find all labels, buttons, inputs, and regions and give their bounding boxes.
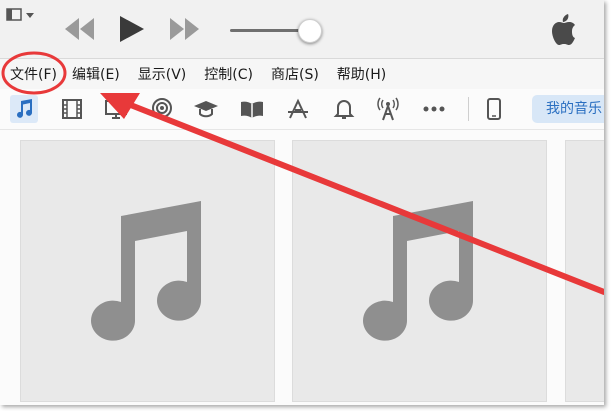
previous-icon[interactable]: [62, 14, 98, 44]
movies-icon[interactable]: [58, 95, 86, 123]
toolbar-divider: [468, 97, 469, 121]
sidebar-toggle-icon: [6, 8, 34, 21]
menu-help[interactable]: 帮助(H): [337, 64, 386, 84]
album-tile[interactable]: [20, 140, 275, 402]
itunes-window: 文件(F) 编辑(E) 显示(V) 控制(C) 商店(S) 帮助(H) 我的音乐: [0, 0, 604, 405]
play-icon[interactable]: [116, 14, 148, 44]
music-note-icon: [363, 201, 473, 341]
menu-bar: 文件(F) 编辑(E) 显示(V) 控制(C) 商店(S) 帮助(H): [0, 59, 604, 89]
menu-store[interactable]: 商店(S): [271, 64, 319, 84]
media-kind-toolbar: 我的音乐: [0, 89, 604, 130]
radio-icon[interactable]: [374, 95, 402, 123]
podcasts-icon[interactable]: [148, 95, 176, 123]
device-icon[interactable]: [480, 95, 508, 123]
library-tab[interactable]: 我的音乐: [532, 95, 604, 123]
menu-edit[interactable]: 编辑(E): [72, 64, 120, 84]
next-icon[interactable]: [166, 14, 202, 44]
menu-file[interactable]: 文件(F): [10, 64, 57, 84]
album-grid: [0, 130, 604, 405]
music-note-icon: [91, 201, 201, 341]
volume-knob[interactable]: [298, 19, 322, 43]
apps-icon[interactable]: [284, 95, 312, 123]
album-tile[interactable]: [565, 140, 604, 402]
menu-controls[interactable]: 控制(C): [204, 64, 253, 84]
menu-view[interactable]: 显示(V): [138, 64, 187, 84]
music-icon[interactable]: [10, 95, 38, 123]
album-tile[interactable]: [292, 140, 547, 402]
apple-logo-icon: [552, 14, 575, 45]
player-bar: [0, 0, 604, 59]
view-toggle-button[interactable]: [3, 6, 43, 24]
tones-icon[interactable]: [330, 95, 358, 123]
status-display: [340, 0, 530, 58]
books-icon[interactable]: [238, 95, 266, 123]
tv-icon[interactable]: [102, 95, 130, 123]
itunes-u-icon[interactable]: [192, 95, 220, 123]
more-icon[interactable]: [420, 95, 448, 123]
